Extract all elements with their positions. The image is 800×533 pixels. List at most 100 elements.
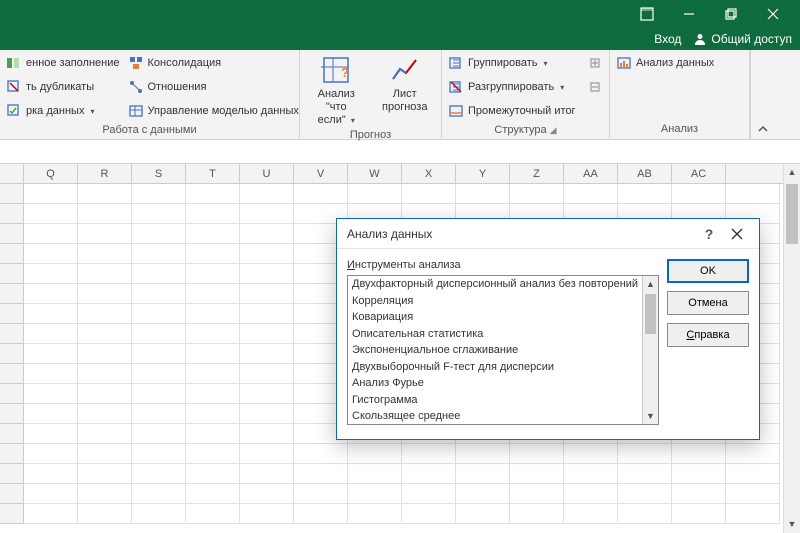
cell[interactable] [726, 484, 780, 504]
cell[interactable] [78, 184, 132, 204]
column-header[interactable]: R [78, 164, 132, 183]
subtotal-button[interactable]: Промежуточный итог [448, 100, 603, 122]
cell[interactable] [240, 244, 294, 264]
dialog-close-button[interactable] [723, 222, 751, 246]
cell[interactable] [726, 504, 780, 524]
cell[interactable] [240, 224, 294, 244]
cell[interactable] [348, 444, 402, 464]
cell[interactable] [132, 444, 186, 464]
cell[interactable] [24, 464, 78, 484]
cell[interactable] [186, 204, 240, 224]
column-header[interactable]: Q [24, 164, 78, 183]
select-all-corner[interactable] [0, 164, 24, 183]
cell[interactable] [186, 264, 240, 284]
cell[interactable] [24, 304, 78, 324]
cell[interactable] [132, 304, 186, 324]
cell[interactable] [78, 504, 132, 524]
help-button[interactable]: Справка [667, 323, 749, 347]
column-header[interactable]: S [132, 164, 186, 183]
collapse-ribbon-button[interactable] [750, 50, 774, 139]
cell[interactable] [78, 424, 132, 444]
cell[interactable] [294, 464, 348, 484]
listbox-item[interactable]: Гистограмма [348, 392, 642, 409]
cell[interactable] [24, 484, 78, 504]
cell[interactable] [78, 224, 132, 244]
cell[interactable] [186, 444, 240, 464]
cell[interactable] [240, 264, 294, 284]
scroll-up-icon[interactable]: ▲ [643, 276, 658, 292]
cell[interactable] [510, 184, 564, 204]
cell[interactable] [78, 264, 132, 284]
row-header[interactable] [0, 284, 24, 304]
cell[interactable] [132, 384, 186, 404]
cell[interactable] [24, 404, 78, 424]
cell[interactable] [132, 204, 186, 224]
listbox-item[interactable]: Описательная статистика [348, 326, 642, 343]
cell[interactable] [672, 484, 726, 504]
consolidate-button[interactable]: Консолидация [128, 52, 299, 74]
cell[interactable] [186, 244, 240, 264]
cell[interactable] [24, 424, 78, 444]
cell[interactable] [456, 184, 510, 204]
cell[interactable] [672, 184, 726, 204]
listbox-item[interactable]: Ковариация [348, 309, 642, 326]
cell[interactable] [186, 384, 240, 404]
vertical-scrollbar[interactable]: ▲ ▼ [783, 164, 800, 533]
cell[interactable] [510, 464, 564, 484]
cell[interactable] [726, 184, 780, 204]
cell[interactable] [672, 464, 726, 484]
column-header[interactable]: AB [618, 164, 672, 183]
scroll-up-icon[interactable]: ▲ [784, 164, 800, 181]
cell[interactable] [24, 444, 78, 464]
dialog-help-button[interactable]: ? [695, 222, 723, 246]
cell[interactable] [618, 464, 672, 484]
cell[interactable] [132, 424, 186, 444]
share-button[interactable]: Общий доступ [693, 32, 792, 46]
cell[interactable] [240, 184, 294, 204]
listbox-scrollbar[interactable]: ▲ ▼ [642, 276, 658, 424]
column-header[interactable]: Z [510, 164, 564, 183]
ok-button[interactable]: OK [667, 259, 749, 283]
cell[interactable] [240, 204, 294, 224]
cell[interactable] [510, 484, 564, 504]
row-header[interactable] [0, 424, 24, 444]
cell[interactable] [186, 344, 240, 364]
cell[interactable] [348, 184, 402, 204]
cell[interactable] [24, 384, 78, 404]
minimize-button[interactable] [668, 0, 710, 28]
cell[interactable] [402, 464, 456, 484]
cell[interactable] [348, 464, 402, 484]
cell[interactable] [24, 364, 78, 384]
cell[interactable] [240, 344, 294, 364]
cell[interactable] [294, 484, 348, 504]
cell[interactable] [132, 224, 186, 244]
cell[interactable] [78, 204, 132, 224]
listbox-item[interactable]: Экспоненциальное сглаживание [348, 342, 642, 359]
row-header[interactable] [0, 504, 24, 524]
what-if-analysis-button[interactable]: ? Анализ "чтоесли" ▾ [306, 52, 367, 127]
cell[interactable] [240, 284, 294, 304]
cell[interactable] [510, 504, 564, 524]
cell[interactable] [186, 504, 240, 524]
restore-button[interactable] [710, 0, 752, 28]
remove-duplicates-button[interactable]: ть дубликаты [6, 76, 120, 98]
cell[interactable] [348, 504, 402, 524]
row-header[interactable] [0, 464, 24, 484]
column-header[interactable]: V [294, 164, 348, 183]
cell[interactable] [456, 484, 510, 504]
cell[interactable] [618, 184, 672, 204]
cell[interactable] [78, 244, 132, 264]
listbox-item[interactable]: Анализ Фурье [348, 375, 642, 392]
cell[interactable] [132, 264, 186, 284]
cell[interactable] [78, 304, 132, 324]
cell[interactable] [24, 204, 78, 224]
cell[interactable] [78, 444, 132, 464]
forecast-sheet-button[interactable]: Листпрогноза [375, 52, 436, 114]
listbox-item[interactable]: Двухфакторный дисперсионный анализ без п… [348, 276, 642, 293]
sign-in-link[interactable]: Вход [654, 32, 681, 46]
cell[interactable] [240, 504, 294, 524]
analysis-tools-listbox[interactable]: Двухфакторный дисперсионный анализ без п… [347, 275, 659, 425]
column-header[interactable]: U [240, 164, 294, 183]
scroll-down-icon[interactable]: ▼ [784, 516, 800, 533]
row-header[interactable] [0, 344, 24, 364]
